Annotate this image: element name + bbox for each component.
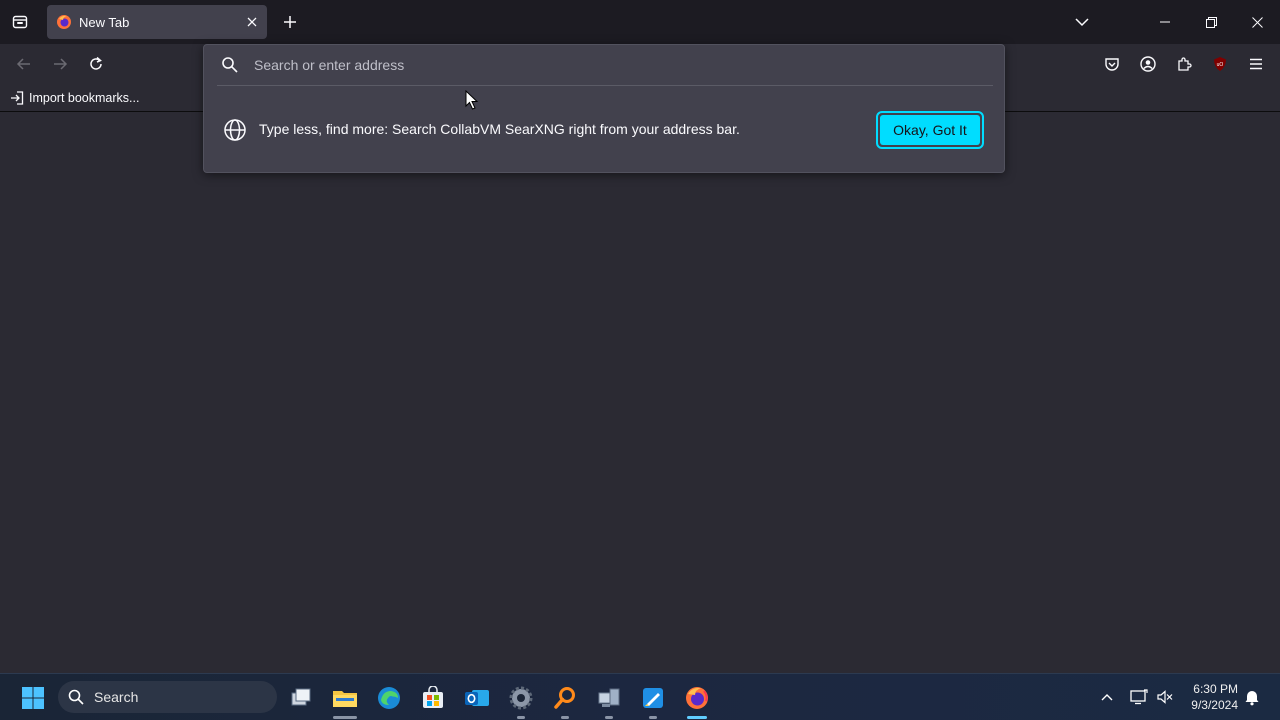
sketch-running-indicator (649, 716, 657, 719)
microsoft-store-icon[interactable] (417, 683, 449, 713)
file-explorer-icon[interactable] (329, 683, 361, 713)
sysinfo-running-indicator (605, 716, 613, 719)
search-tip-text: Type less, find more: Search CollabVM Se… (259, 121, 740, 137)
urlbar-popup: Type less, find more: Search CollabVM Se… (203, 44, 1005, 173)
taskbar-search-label: Search (94, 689, 139, 705)
start-button[interactable] (17, 683, 49, 713)
import-bookmarks-label: Import bookmarks... (29, 91, 140, 105)
okay-got-it-button[interactable]: Okay, Got It (876, 111, 984, 149)
firefox-view-icon[interactable] (8, 10, 32, 34)
account-icon[interactable] (1136, 52, 1160, 76)
show-hidden-icons-chevron-icon[interactable] (1095, 686, 1119, 708)
svg-text:uO: uO (1217, 62, 1224, 68)
firefox-favicon-icon (56, 14, 72, 30)
snipping-tool-icon[interactable] (637, 683, 669, 713)
volume-muted-icon[interactable] (1153, 686, 1177, 708)
edge-icon[interactable] (373, 683, 405, 713)
tab-title: New Tab (79, 14, 130, 30)
notification-bell-icon[interactable] (1240, 686, 1264, 708)
tab-strip: New Tab (0, 0, 1280, 44)
urlbar-input[interactable] (254, 54, 954, 76)
new-tab-icon[interactable] (278, 10, 302, 34)
system-clock[interactable]: 6:30 PM 9/3/2024 (1182, 681, 1238, 713)
explorer-running-indicator (333, 716, 357, 719)
task-view-icon[interactable] (285, 683, 317, 713)
magnifier-app-icon[interactable] (549, 683, 581, 713)
tab-close-icon[interactable] (240, 10, 264, 34)
search-icon (221, 56, 239, 74)
import-icon (11, 91, 24, 105)
globe-icon (223, 118, 247, 142)
forward-icon[interactable] (48, 52, 72, 76)
taskbar-search-icon (68, 689, 84, 705)
taskbar: Search 6:30 PM 9/3/2024 (0, 673, 1280, 720)
magnifier-running-indicator (561, 716, 569, 719)
pocket-icon[interactable] (1100, 52, 1124, 76)
tab-new-tab[interactable]: New Tab (47, 5, 267, 39)
mouse-cursor-icon (465, 89, 479, 110)
extensions-icon[interactable] (1172, 52, 1196, 76)
windows-logo-icon (22, 687, 44, 709)
firefox-taskbar-icon[interactable] (681, 683, 713, 713)
settings-running-indicator (517, 716, 525, 719)
close-window-icon[interactable] (1234, 0, 1280, 44)
restore-icon[interactable] (1188, 0, 1234, 44)
import-bookmarks-button[interactable]: Import bookmarks... (10, 89, 139, 107)
reload-icon[interactable] (84, 52, 108, 76)
back-icon[interactable] (12, 52, 36, 76)
taskbar-search-box[interactable]: Search (58, 681, 277, 713)
firefox-active-indicator (687, 716, 707, 719)
minimize-icon[interactable] (1142, 0, 1188, 44)
okay-got-it-label: Okay, Got It (880, 115, 980, 145)
clock-time: 6:30 PM (1193, 682, 1238, 696)
network-icon[interactable] (1127, 686, 1151, 708)
outlook-icon[interactable] (461, 683, 493, 713)
hamburger-menu-icon[interactable] (1244, 52, 1268, 76)
list-all-tabs-icon[interactable] (1070, 10, 1094, 34)
settings-gear-icon[interactable] (505, 683, 537, 713)
browser-window: New Tab uO Import bookmarks... Search or… (0, 0, 1280, 673)
urlbar-divider (217, 85, 993, 86)
system-info-icon[interactable] (593, 683, 625, 713)
ublock-origin-icon[interactable]: uO (1208, 52, 1232, 76)
clock-date: 9/3/2024 (1191, 698, 1238, 712)
